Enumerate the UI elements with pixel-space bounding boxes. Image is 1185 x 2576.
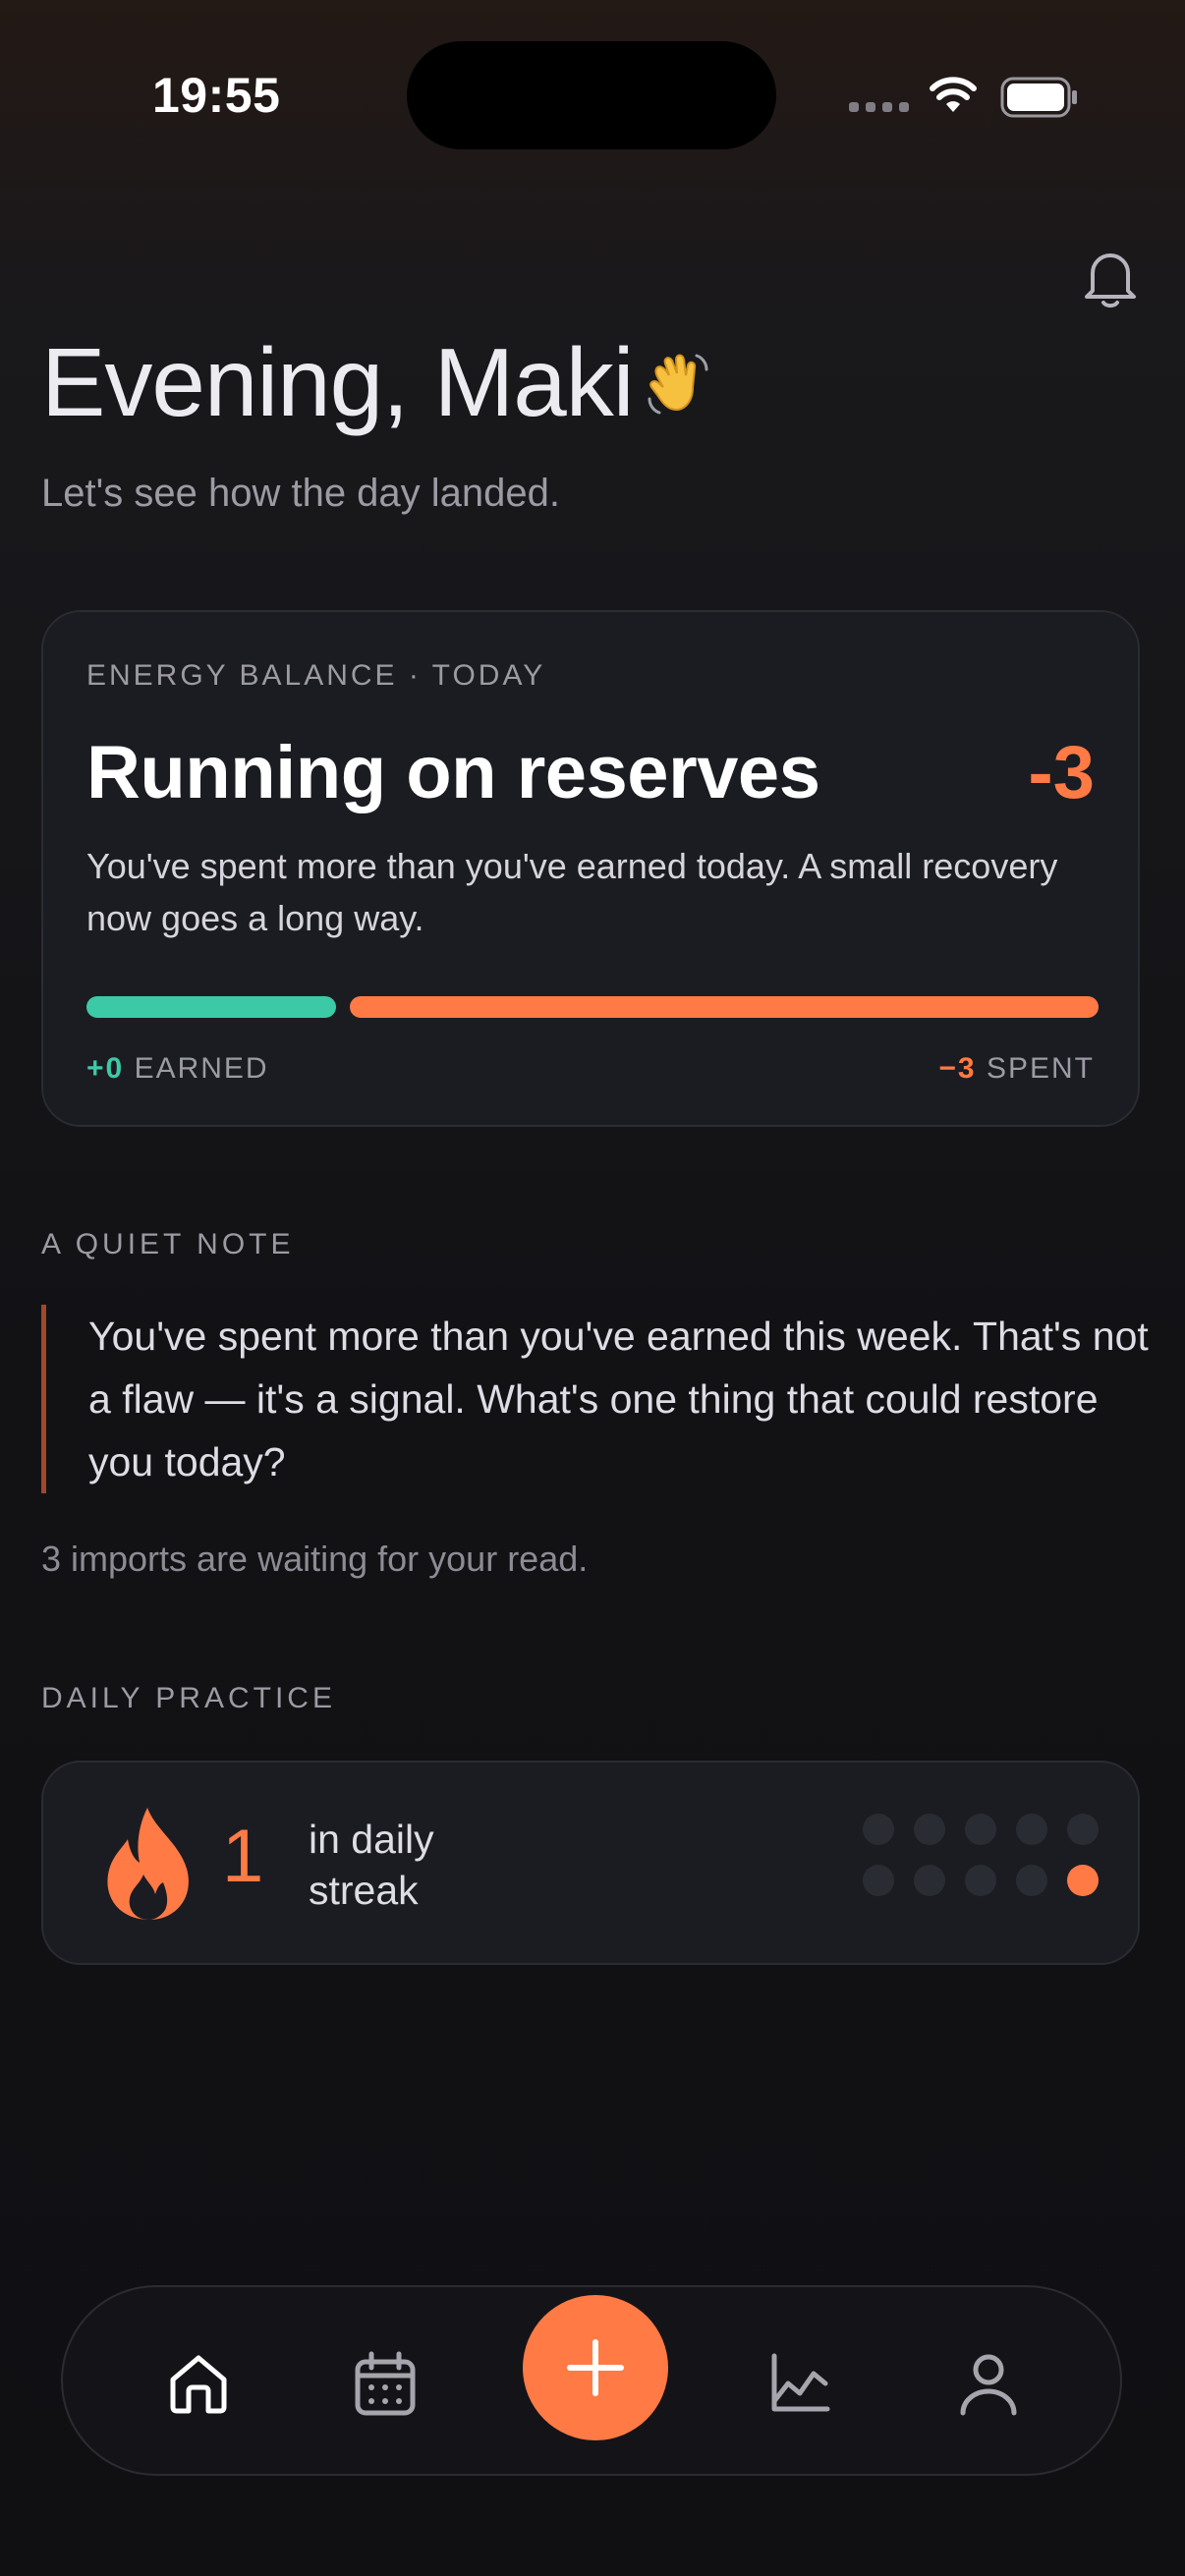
card-title: Running on reserves (86, 731, 820, 814)
bottom-nav (61, 2285, 1122, 2476)
calendar-icon[interactable] (350, 2348, 421, 2419)
streak-dot (914, 1814, 945, 1845)
notification-bell-icon[interactable] (1079, 246, 1142, 310)
dynamic-island (407, 41, 776, 149)
status-time: 19:55 (152, 68, 281, 123)
spent-text: SPENT (986, 1052, 1095, 1085)
streak-label: in daily streak (309, 1817, 434, 1913)
earned-text: EARNED (134, 1052, 269, 1085)
spent-label: −3 SPENT (938, 1052, 1095, 1086)
daily-streak-card[interactable]: 1 in daily streak (41, 1761, 1140, 1965)
streak-dot (863, 1814, 894, 1845)
earned-value: +0 (86, 1052, 125, 1085)
spent-bar (350, 996, 1099, 1018)
battery-icon (1000, 77, 1077, 118)
earned-label: +0 EARNED (86, 1052, 269, 1086)
quiet-note-label: A QUIET NOTE (41, 1228, 295, 1260)
quiet-note-text: You've spent more than you've earned thi… (41, 1305, 1152, 1493)
cellular-signal-icon (849, 102, 909, 112)
streak-dot (1016, 1865, 1047, 1896)
home-icon[interactable] (163, 2348, 234, 2419)
greeting-text: Evening, Maki (41, 328, 635, 436)
streak-dot (965, 1814, 996, 1845)
energy-balance-card[interactable]: ENERGY BALANCE · TODAY Running on reserv… (41, 610, 1140, 1127)
streak-dot (965, 1865, 996, 1896)
waving-hand-icon (648, 354, 708, 414)
streak-dot (914, 1865, 945, 1896)
earned-bar (86, 996, 336, 1018)
streak-dot (1067, 1814, 1099, 1845)
spent-value: −3 (938, 1052, 977, 1085)
page-subtitle: Let's see how the day landed. (41, 472, 561, 515)
streak-count: 1 (222, 1815, 264, 1898)
imports-waiting-link[interactable]: 3 imports are waiting for your read. (41, 1539, 588, 1580)
card-description: You've spent more than you've earned tod… (86, 846, 1058, 938)
card-eyebrow: ENERGY BALANCE · TODAY (86, 659, 546, 692)
energy-delta: -3 (1028, 731, 1095, 814)
profile-icon[interactable] (953, 2348, 1024, 2419)
streak-dots (863, 1814, 1099, 1896)
streak-dot (1016, 1814, 1047, 1845)
streak-dot (1067, 1865, 1099, 1896)
streak-dot (863, 1865, 894, 1896)
add-entry-button[interactable] (523, 2295, 668, 2440)
flame-icon (107, 1808, 189, 1920)
wifi-icon (930, 77, 977, 112)
daily-practice-label: DAILY PRACTICE (41, 1682, 336, 1714)
chart-icon[interactable] (764, 2348, 835, 2419)
add-icon (567, 2339, 624, 2396)
page-title: Evening, Maki (41, 327, 714, 438)
